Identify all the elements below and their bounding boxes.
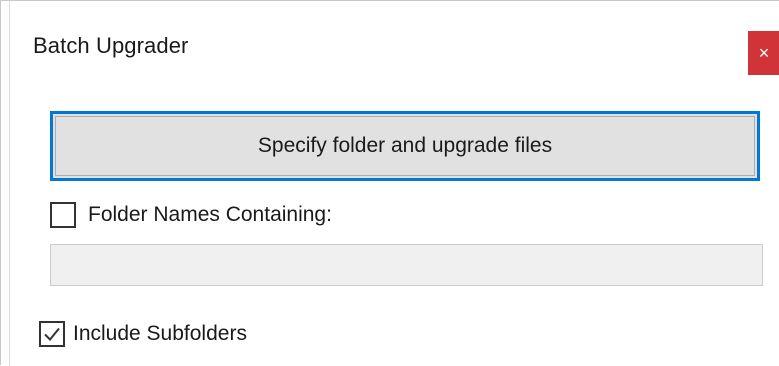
folder-names-containing-option[interactable]: Folder Names Containing: [50,202,332,228]
include-subfolders-checkbox[interactable] [39,321,65,347]
close-button[interactable]: × [748,31,779,75]
close-icon: × [758,42,770,63]
window-title: Batch Upgrader [33,33,189,58]
folder-names-containing-checkbox[interactable] [50,202,76,228]
checkmark-icon [44,327,60,341]
folder-names-containing-label: Folder Names Containing: [88,203,332,226]
include-subfolders-label: Include Subfolders [73,322,247,345]
folder-names-containing-input[interactable] [50,244,763,286]
specify-folder-button[interactable]: Specify folder and upgrade files [50,111,760,181]
include-subfolders-option[interactable]: Include Subfolders [39,321,247,347]
window-edge [9,1,10,366]
batch-upgrader-window: Batch Upgrader × Specify folder and upgr… [0,0,779,366]
specify-folder-button-label: Specify folder and upgrade files [257,134,553,157]
